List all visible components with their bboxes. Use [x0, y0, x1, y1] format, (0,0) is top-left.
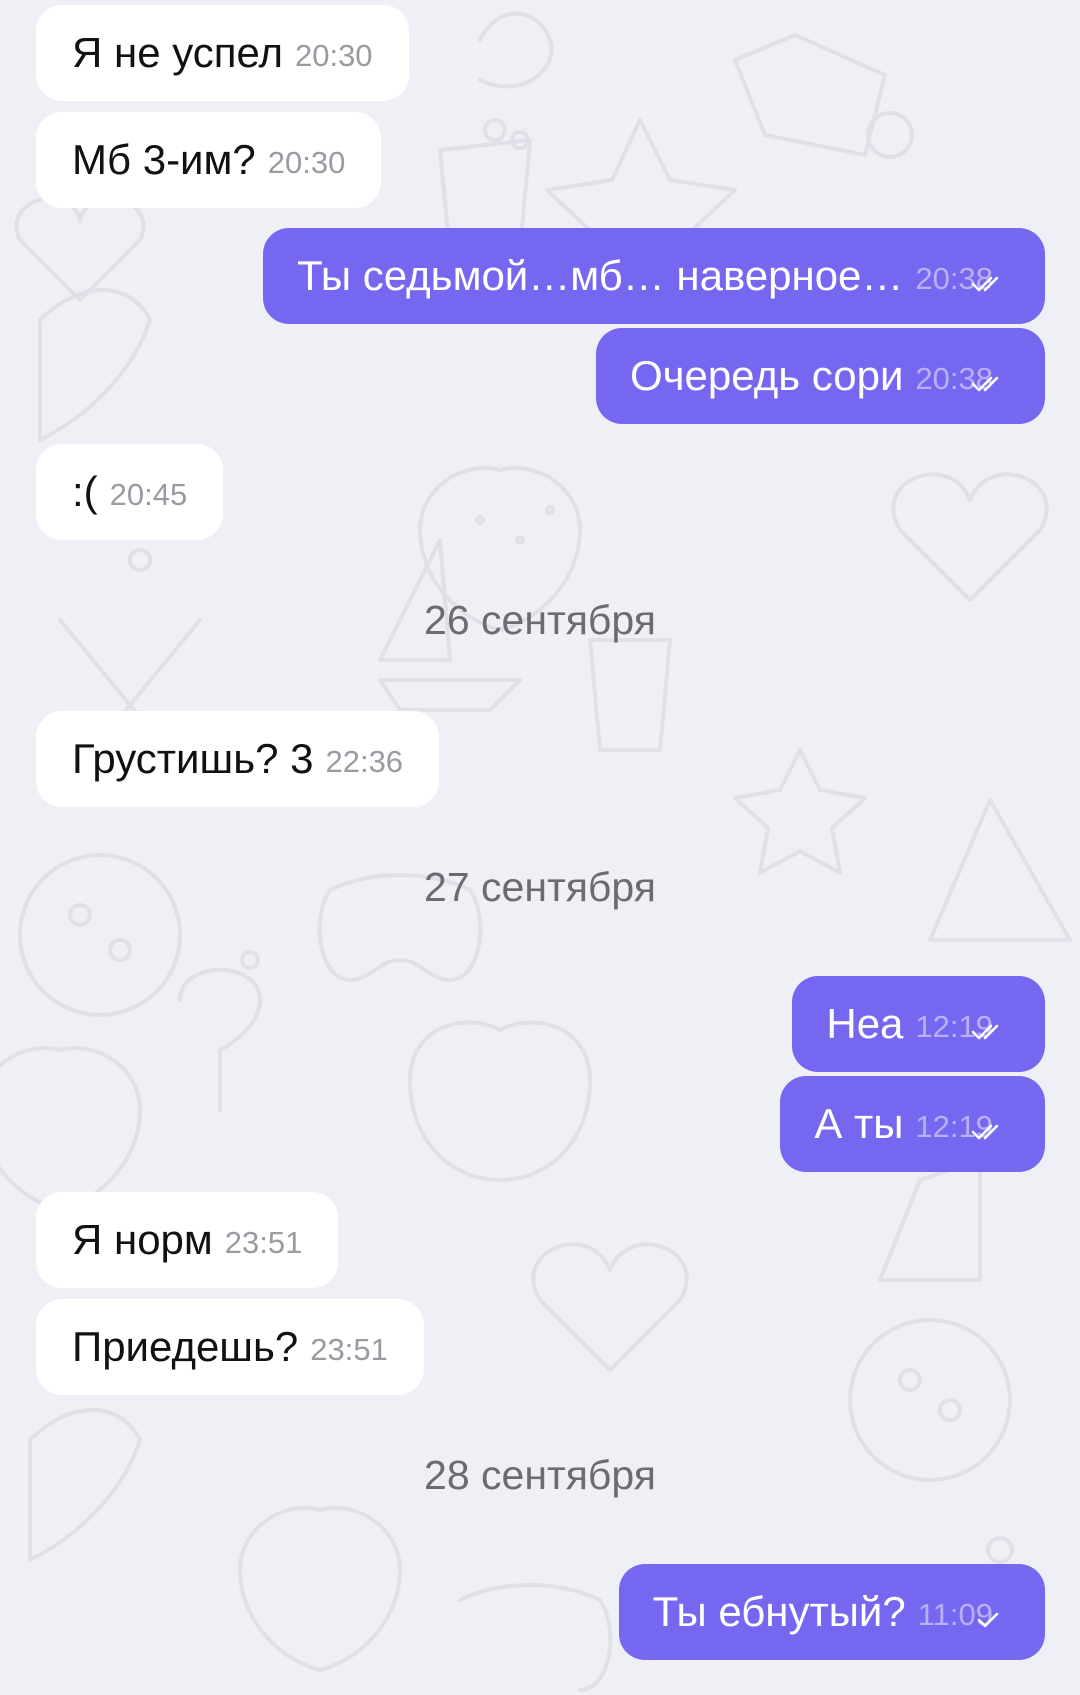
message-time: 20:30: [294, 38, 373, 73]
message-text: Я норм: [72, 1216, 213, 1263]
message-text: Неа: [826, 1000, 904, 1047]
outgoing-message[interactable]: А ты 12:19: [780, 1076, 1045, 1172]
message-text: Ты ебнутый?: [652, 1588, 906, 1635]
message-text: Ты седьмой…мб… наверное…: [297, 252, 904, 299]
message-text: Мб 3-им?: [72, 136, 256, 183]
message-time: 20:45: [109, 477, 188, 512]
double-check-icon: [971, 376, 999, 392]
incoming-message[interactable]: :( 20:45: [36, 444, 224, 540]
incoming-message[interactable]: Я не успел 20:30: [36, 5, 409, 101]
double-check-icon: [971, 276, 999, 292]
message-text: Грустишь? 3: [72, 735, 314, 782]
message-time: 20:30: [267, 145, 346, 180]
message-text: Очередь сори: [630, 352, 904, 399]
message-time: 23:51: [224, 1225, 303, 1260]
incoming-message[interactable]: Приедешь? 23:51: [36, 1299, 424, 1395]
single-check-icon: [977, 1612, 999, 1628]
incoming-message[interactable]: Мб 3-им? 20:30: [36, 112, 382, 208]
outgoing-message[interactable]: Неа 12:19: [792, 976, 1045, 1072]
message-text: А ты: [814, 1100, 904, 1147]
message-text: Я не успел: [72, 29, 283, 76]
outgoing-message[interactable]: Ты ебнутый? 11:09: [618, 1564, 1045, 1660]
double-check-icon: [971, 1124, 999, 1140]
date-separator: 27 сентября: [424, 864, 656, 910]
incoming-message[interactable]: Я норм 23:51: [36, 1192, 339, 1288]
date-separator: 26 сентября: [424, 597, 656, 643]
message-text: Приедешь?: [72, 1323, 299, 1370]
message-time: 22:36: [325, 744, 404, 779]
message-time: 23:51: [310, 1332, 388, 1367]
message-list[interactable]: Я не успел 20:30 Мб 3-им? 20:30 Ты седьм…: [0, 0, 1080, 1695]
outgoing-message[interactable]: Очередь сори 20:38: [596, 328, 1045, 424]
incoming-message[interactable]: Грустишь? 3 22:36: [36, 711, 440, 807]
message-text: :(: [72, 468, 98, 515]
outgoing-message[interactable]: Ты седьмой…мб… наверное… 20:38: [263, 228, 1045, 324]
date-separator: 28 сентября: [424, 1452, 656, 1498]
double-check-icon: [971, 1024, 999, 1040]
